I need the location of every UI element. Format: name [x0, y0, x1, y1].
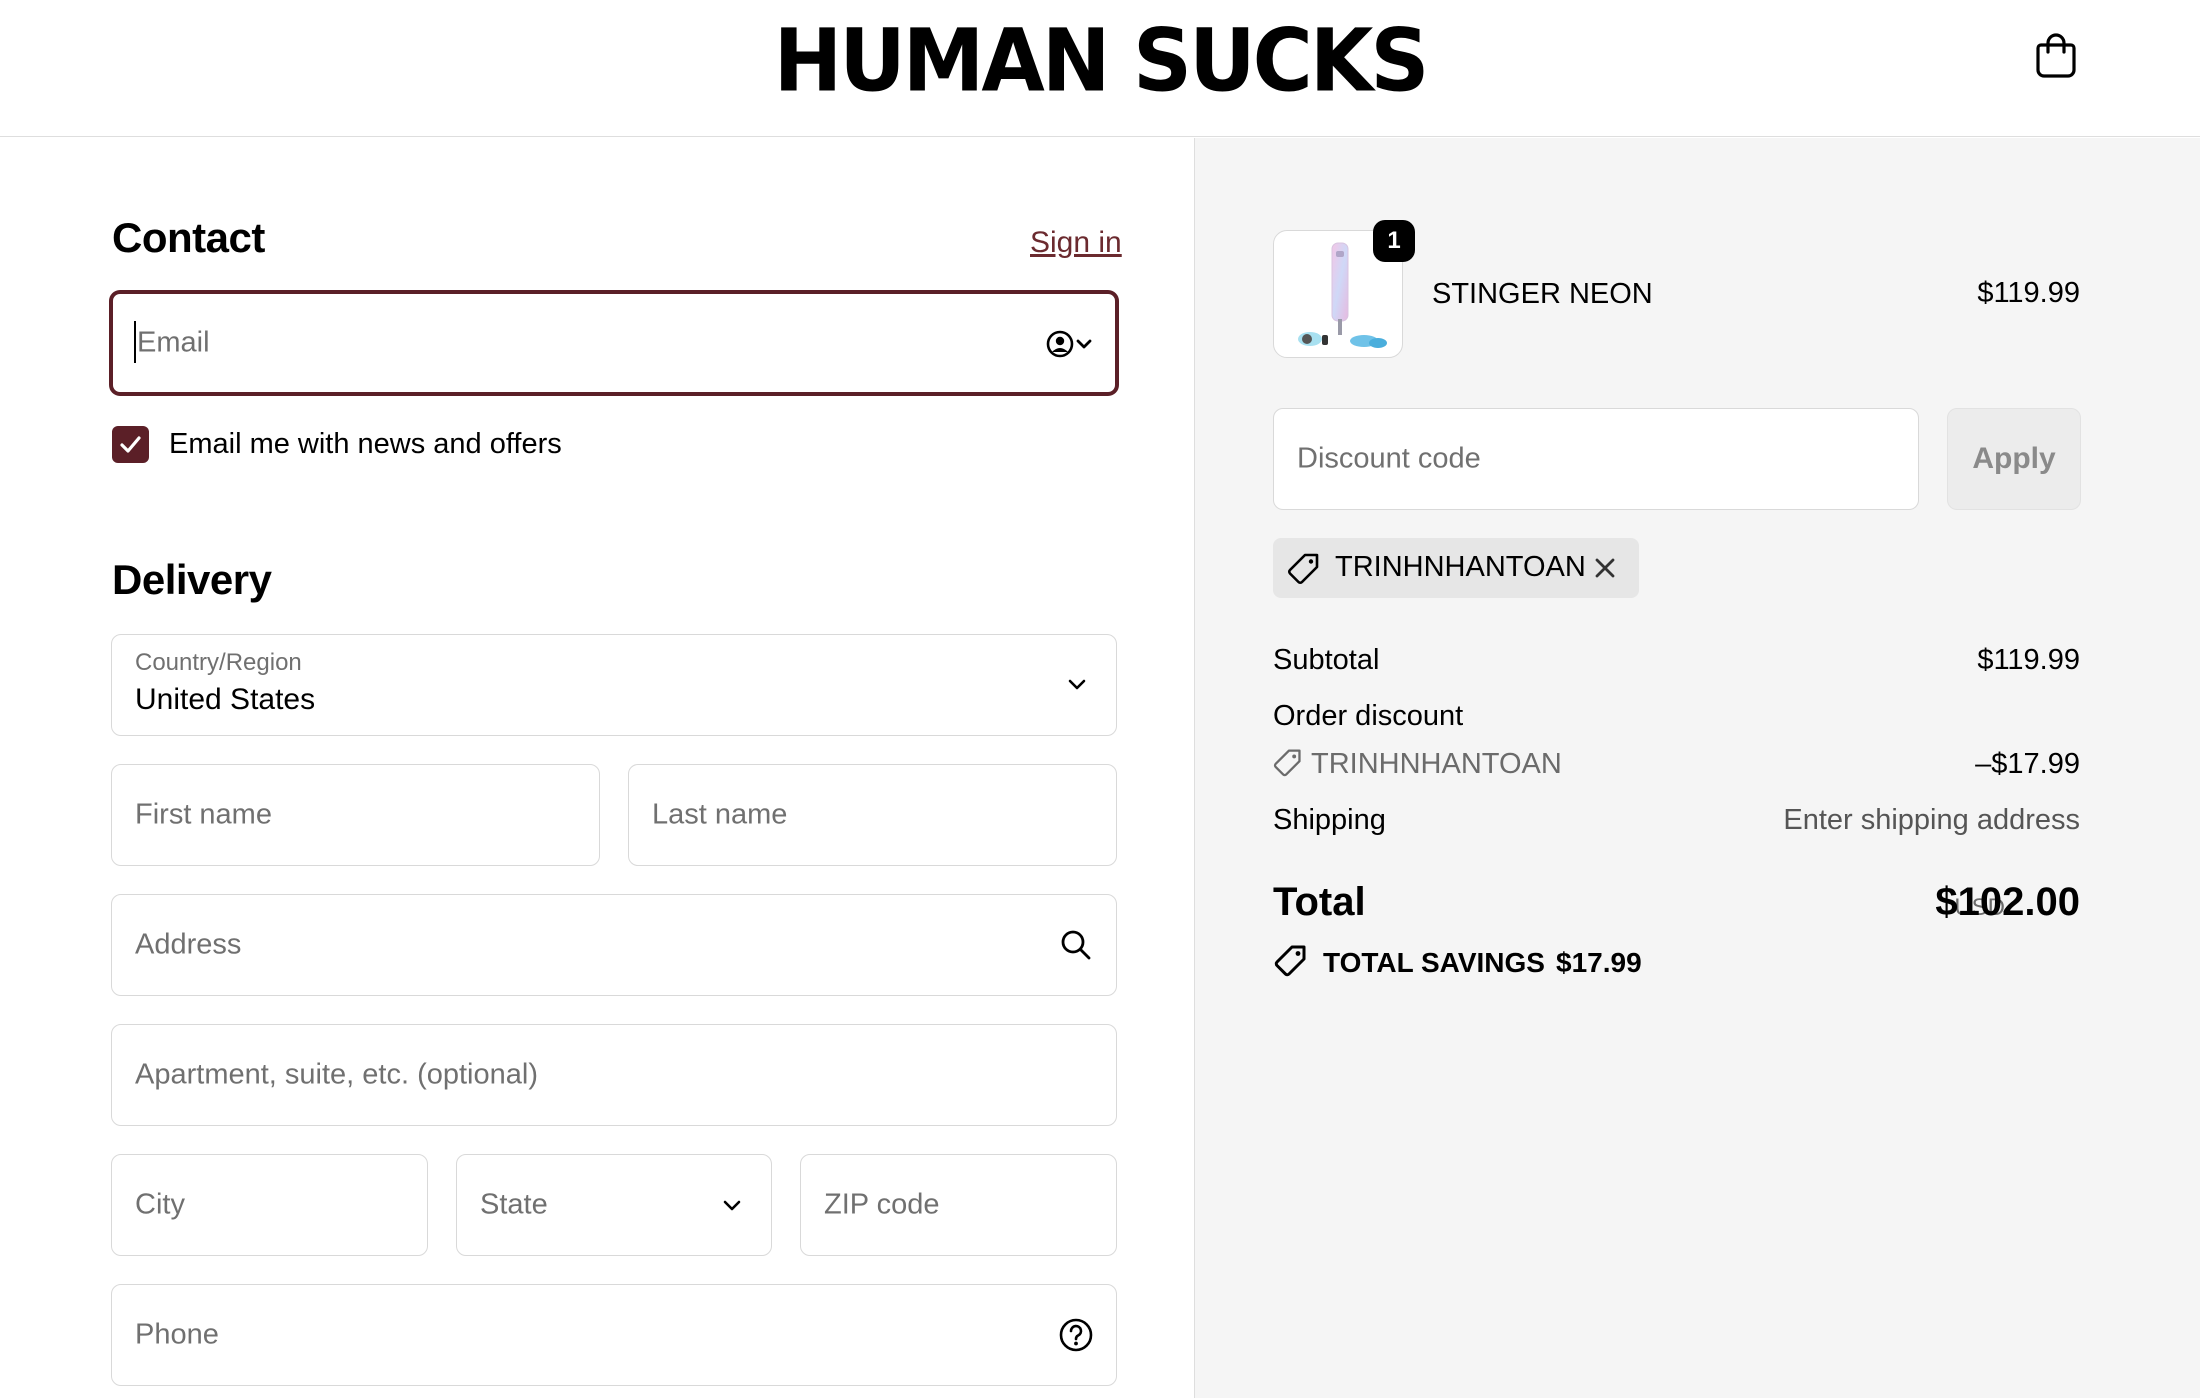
- zip-placeholder: ZIP code: [824, 1188, 940, 1221]
- first-name-input[interactable]: First name: [111, 764, 600, 866]
- country-select[interactable]: Country/Region United States: [111, 634, 1117, 736]
- order-discount-label: Order discount: [1273, 700, 1464, 732]
- text-caret: [134, 321, 136, 363]
- state-placeholder: State: [480, 1188, 548, 1221]
- checkout-form: Contact Sign in Email Email me with news…: [0, 138, 1194, 1398]
- country-label: Country/Region: [135, 649, 302, 676]
- shipping-label: Shipping: [1273, 804, 1386, 836]
- newsletter-label: Email me with news and offers: [169, 428, 562, 460]
- last-name-input[interactable]: Last name: [628, 764, 1117, 866]
- check-icon: [120, 436, 141, 453]
- subtotal-value: $119.99: [1977, 644, 2080, 676]
- savings-tag-icon: [1274, 945, 1306, 977]
- zip-input[interactable]: ZIP code: [800, 1154, 1117, 1256]
- order-summary: 1 STINGER NEON $119.99 Discount code App…: [1194, 138, 2200, 1398]
- account-switch-icon[interactable]: [1045, 328, 1097, 360]
- phone-placeholder: Phone: [135, 1318, 219, 1351]
- contact-heading: Contact: [112, 214, 265, 261]
- total-label: Total: [1273, 880, 1366, 924]
- first-name-placeholder: First name: [135, 798, 272, 831]
- total-savings-label: TOTAL SAVINGS: [1323, 947, 1545, 978]
- help-icon[interactable]: [1058, 1317, 1094, 1353]
- applied-discount-chip: TRINHNHANTOAN: [1273, 538, 1639, 598]
- email-input[interactable]: Email: [110, 291, 1118, 395]
- shipping-value: Enter shipping address: [1783, 804, 2080, 836]
- city-placeholder: City: [135, 1188, 185, 1221]
- product-price: $119.99: [1977, 277, 2080, 309]
- tag-icon: [1288, 553, 1319, 584]
- quantity-badge: 1: [1373, 220, 1415, 262]
- product-name: STINGER NEON: [1432, 278, 1653, 310]
- country-value: United States: [135, 683, 316, 716]
- apartment-placeholder: Apartment, suite, etc. (optional): [135, 1058, 538, 1091]
- header: HUMAN SUCKS: [0, 0, 2200, 137]
- chevron-down-icon: [1068, 679, 1086, 690]
- state-select[interactable]: State: [456, 1154, 772, 1256]
- apply-button[interactable]: Apply: [1947, 408, 2081, 510]
- subtotal-label: Subtotal: [1273, 644, 1380, 676]
- email-placeholder: Email: [137, 326, 210, 359]
- delivery-heading: Delivery: [112, 556, 272, 603]
- phone-input[interactable]: Phone: [111, 1284, 1117, 1386]
- apartment-input[interactable]: Apartment, suite, etc. (optional): [111, 1024, 1117, 1126]
- tag-icon: [1273, 749, 1301, 777]
- search-icon: [1061, 930, 1091, 960]
- sign-in-link[interactable]: Sign in: [1030, 226, 1122, 260]
- shopping-bag-icon[interactable]: [2030, 28, 2082, 80]
- total-value: $102.00: [1935, 880, 2080, 924]
- address-input[interactable]: Address: [111, 894, 1117, 996]
- remove-discount-icon[interactable]: [1591, 554, 1619, 582]
- discount-code-input[interactable]: Discount code: [1273, 408, 1919, 510]
- order-discount-code: TRINHNHANTOAN: [1311, 748, 1562, 780]
- total-savings-value: $17.99: [1556, 947, 1642, 978]
- city-input[interactable]: City: [111, 1154, 428, 1256]
- address-placeholder: Address: [135, 928, 242, 961]
- store-logo[interactable]: HUMAN SUCKS: [0, 12, 2200, 112]
- chevron-down-icon: [723, 1200, 741, 1211]
- discount-code-placeholder: Discount code: [1297, 442, 1481, 475]
- order-discount-value: –$17.99: [1975, 748, 2080, 780]
- newsletter-checkbox[interactable]: [112, 426, 149, 463]
- last-name-placeholder: Last name: [652, 798, 788, 831]
- applied-discount-code: TRINHNHANTOAN: [1335, 551, 1586, 583]
